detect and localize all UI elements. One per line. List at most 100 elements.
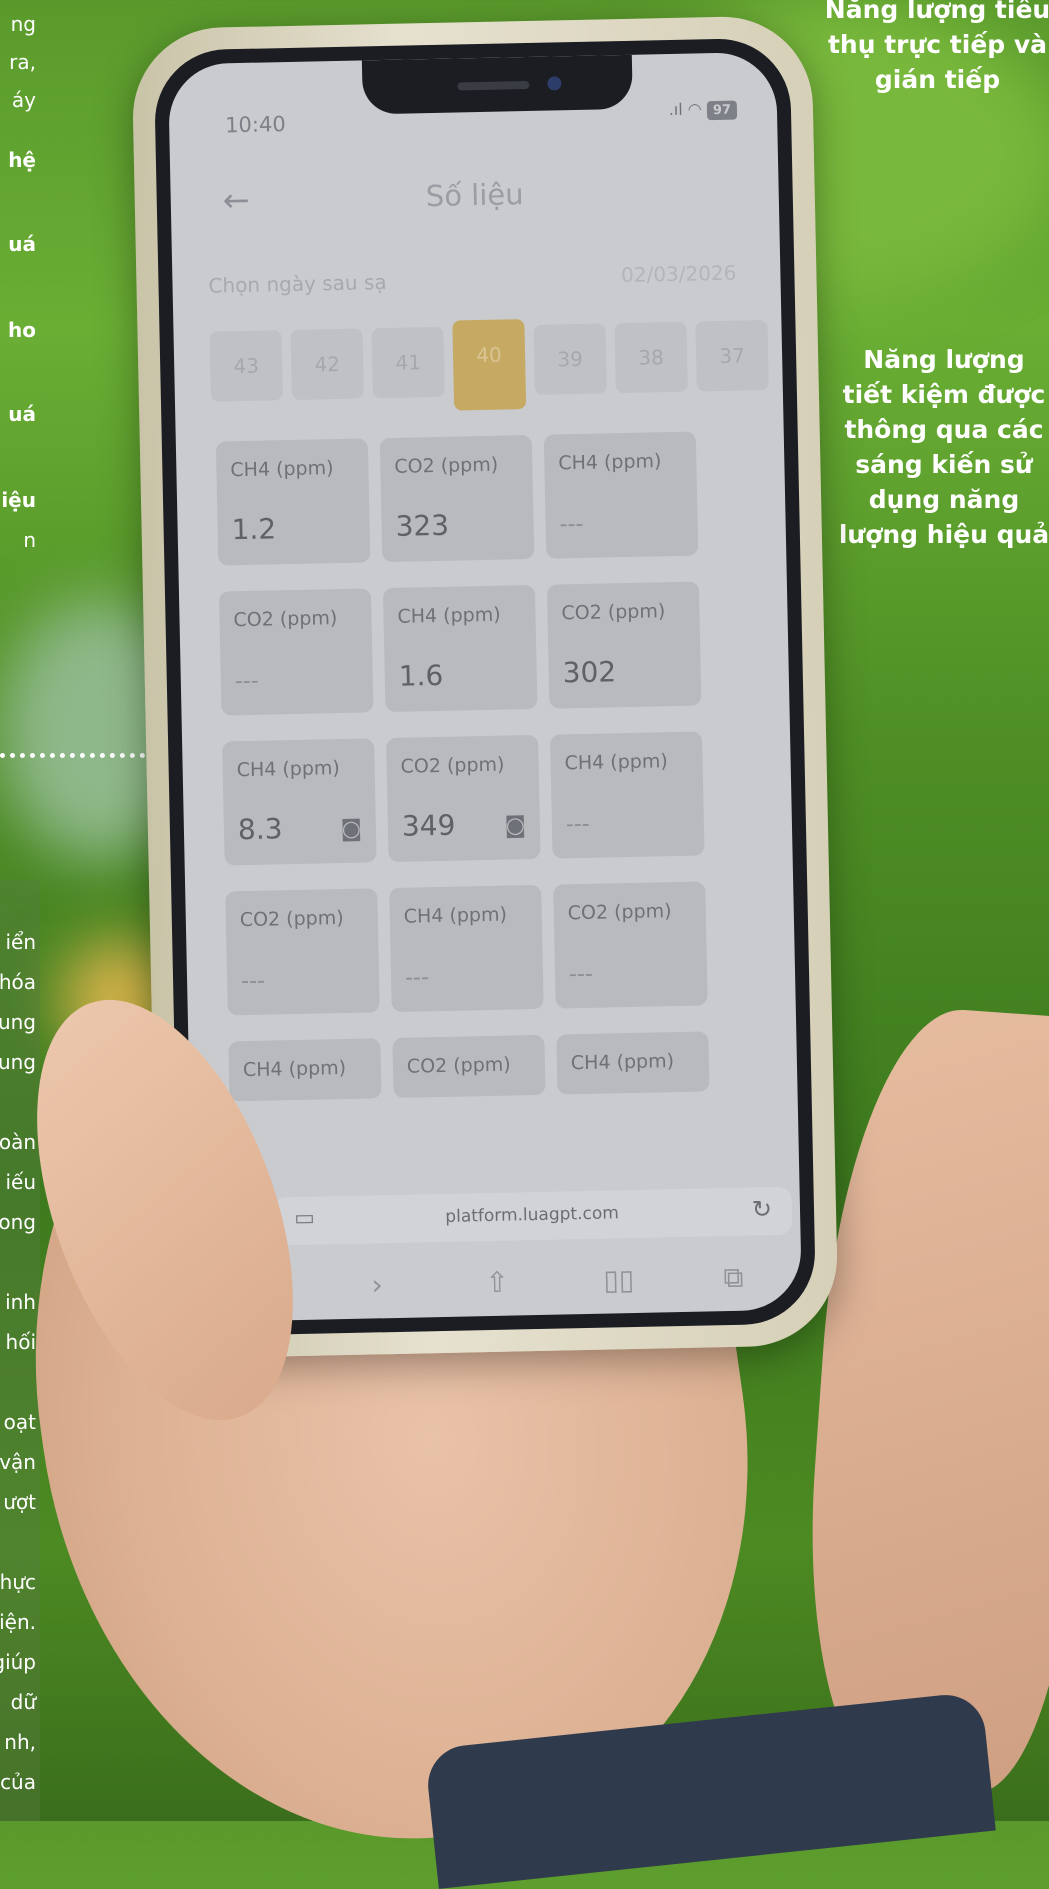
phone-notch xyxy=(361,54,633,115)
sensor-card-value: 1.2 xyxy=(231,512,277,547)
browser-url: platform.luagpt.com xyxy=(445,1203,620,1227)
left-text-fragment: iếu xyxy=(5,1170,36,1194)
sensor-card-label: CO2 (ppm) xyxy=(400,753,505,778)
reload-icon[interactable]: ↻ xyxy=(752,1195,773,1223)
sensor-card-value: --- xyxy=(234,668,259,695)
left-text-fragment: ong xyxy=(0,1210,36,1234)
sensor-card[interactable]: CO2 (ppm) --- xyxy=(225,888,380,1016)
sensor-card-label: CO2 (ppm) xyxy=(239,907,344,932)
left-text-fragment: ung xyxy=(0,1010,36,1034)
front-camera xyxy=(547,76,562,91)
bookmarks-icon[interactable]: ▯▯ xyxy=(603,1263,635,1297)
status-icons: .ıl ◠ 97 xyxy=(669,99,738,121)
sensor-card-label: CO2 (ppm) xyxy=(233,607,338,632)
date-picker-value[interactable]: 02/03/2026 xyxy=(621,261,737,287)
sensor-card[interactable]: CH4 (ppm) 1.2 xyxy=(215,438,371,566)
browser-address-bar[interactable]: ▭ platform.luagpt.com ↻ xyxy=(271,1186,793,1246)
left-text-fragment: ung xyxy=(0,1050,36,1074)
sensor-card-label: CH4 (ppm) xyxy=(236,757,341,782)
tabs-icon[interactable]: ⧉ xyxy=(723,1261,744,1295)
left-text-fragment: dữ xyxy=(10,1690,36,1714)
sensor-card[interactable]: CO2 (ppm) 323 xyxy=(379,434,535,563)
left-text-fragment: của xyxy=(0,1770,36,1794)
left-text-fragment: n xyxy=(23,528,36,552)
left-text-fragment-bold: iệu xyxy=(1,488,36,512)
left-text-fragment: hối xyxy=(5,1330,36,1354)
forward-icon[interactable]: › xyxy=(371,1268,383,1301)
sensor-card-value: 8.3 xyxy=(237,812,283,847)
left-text-fragment-bold: uá xyxy=(8,402,36,426)
left-text-fragment: hóa xyxy=(0,970,36,994)
sensor-card-label: CH4 (ppm) xyxy=(403,903,508,928)
right-heading-mid: Năng lượng tiết kiệm được thông qua các … xyxy=(838,345,1049,549)
left-text-fragment-bold: uá xyxy=(8,232,36,256)
left-text-fragment-bold: hệ xyxy=(8,148,36,172)
day-41[interactable]: 41 xyxy=(371,326,445,399)
sensor-card[interactable]: CO2 (ppm) xyxy=(392,1034,546,1099)
page-title: Số liệu xyxy=(425,177,524,214)
left-text-fragment-bold: ho xyxy=(8,318,36,342)
day-42[interactable]: 42 xyxy=(290,328,364,400)
sensor-card-label: CH4 (ppm) xyxy=(230,457,334,482)
sensor-card-grid: CH4 (ppm) 1.2 CO2 (ppm) 323 CH4 (ppm) --- CO2 … xyxy=(215,431,710,1102)
camera-icon[interactable]: ◙ xyxy=(340,817,362,842)
day-37[interactable]: 37 xyxy=(695,320,769,392)
left-text-fragment: áy xyxy=(11,88,36,112)
sensor-card-label: CH4 (ppm) xyxy=(570,1050,675,1075)
left-text-fragment: hực xyxy=(0,1570,36,1594)
camera-icon[interactable]: ◙ xyxy=(504,813,526,838)
day-selector: 43 42 41 40 39 38 37 xyxy=(209,313,802,411)
sensor-card[interactable]: CH4 (ppm) 8.3 ◙ xyxy=(222,738,377,866)
sensor-card[interactable]: CO2 (ppm) 302 xyxy=(546,581,702,709)
sensor-card-label: CH4 (ppm) xyxy=(397,603,501,628)
share-icon[interactable]: ⇧ xyxy=(485,1266,509,1299)
sensor-card-label: CH4 (ppm) xyxy=(242,1056,347,1082)
left-text-fragment: ng xyxy=(10,12,36,36)
left-text-fragment: nh, xyxy=(4,1730,36,1754)
sensor-card[interactable]: CH4 (ppm) xyxy=(228,1038,382,1102)
sensor-card-label: CO2 (ppm) xyxy=(406,1053,511,1078)
sensor-card-value: --- xyxy=(240,968,266,995)
speaker xyxy=(457,80,530,91)
status-time: 10:40 xyxy=(224,112,286,138)
sensor-card[interactable]: CO2 (ppm) 349 ◙ xyxy=(386,734,541,863)
sensor-card[interactable]: CH4 (ppm) xyxy=(556,1031,710,1095)
left-text-fragment: iện. xyxy=(0,1610,36,1634)
sensor-card-value: --- xyxy=(568,961,594,988)
sensor-card[interactable]: CH4 (ppm) --- xyxy=(550,731,705,859)
sensor-card[interactable]: CH4 (ppm) 1.6 xyxy=(382,584,538,713)
day-39[interactable]: 39 xyxy=(533,323,607,395)
left-text-fragment: giúp xyxy=(0,1650,36,1674)
day-43[interactable]: 43 xyxy=(209,330,283,402)
browser-toolbar: ‹ › ⇧ ▯▯ ⧉ xyxy=(253,1260,762,1321)
sensor-card-value: 1.6 xyxy=(398,658,444,693)
left-text-fragment: inh xyxy=(5,1290,36,1314)
sensor-card-value: --- xyxy=(559,511,584,538)
sensor-card-label: CH4 (ppm) xyxy=(564,750,668,775)
sensor-card-value: 323 xyxy=(395,508,450,543)
phone-screen: 10:40 .ıl ◠ 97 ← Số liệu Chọn ngày sau s… xyxy=(167,51,803,1323)
sensor-card[interactable]: CH4 (ppm) --- xyxy=(543,431,699,559)
right-heading-top: Năng lượng tiêu thụ trực tiếp và gián ti… xyxy=(824,0,1049,94)
sensor-card-value: 302 xyxy=(562,655,617,690)
battery-icon: 97 xyxy=(706,100,738,121)
sensor-card-label: CO2 (ppm) xyxy=(561,600,666,625)
sensor-card[interactable]: CO2 (ppm) --- xyxy=(218,588,374,716)
left-text-fragment: ượt xyxy=(3,1490,36,1514)
signal-icon: .ıl xyxy=(668,99,683,120)
sensor-card-label: CO2 (ppm) xyxy=(394,453,499,478)
sensor-card[interactable]: CH4 (ppm) --- xyxy=(389,884,544,1013)
sensor-card-value: --- xyxy=(565,811,590,838)
sensor-card-value: --- xyxy=(404,965,430,991)
sensor-card[interactable]: CO2 (ppm) --- xyxy=(553,881,708,1009)
left-text-fragment: vận xyxy=(0,1450,36,1474)
day-40[interactable]: 40 xyxy=(452,319,527,411)
left-text-fragment: oàn xyxy=(0,1130,36,1154)
left-text-fragment: oạt xyxy=(3,1410,36,1434)
sensor-card-label: CH4 (ppm) xyxy=(558,450,662,475)
wifi-icon: ◠ xyxy=(687,99,702,119)
sensor-card-value: 349 xyxy=(401,808,456,843)
day-38[interactable]: 38 xyxy=(614,321,688,394)
left-text-fragment: ra, xyxy=(9,50,36,74)
sensor-card-label: CO2 (ppm) xyxy=(567,900,672,925)
